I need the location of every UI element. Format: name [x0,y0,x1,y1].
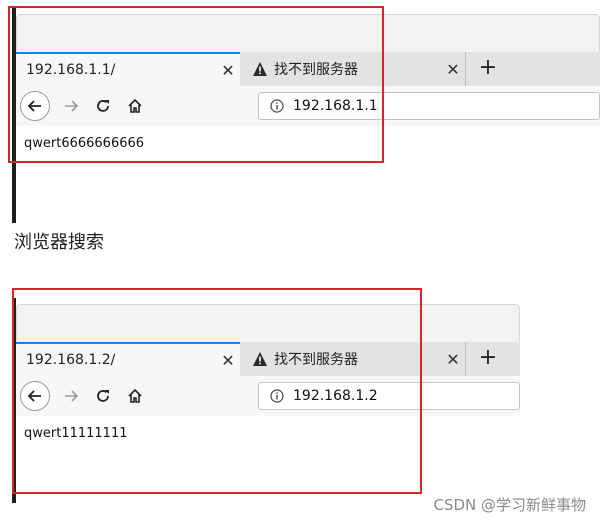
new-tab-button[interactable]: + [474,52,502,86]
highlight-box-1 [8,6,384,163]
close-icon[interactable]: ✕ [441,60,465,79]
close-icon[interactable]: ✕ [441,350,465,369]
watermark: CSDN @学习新鲜事物 [433,496,586,514]
new-tab-button[interactable]: + [474,342,502,376]
highlight-box-2 [12,288,422,494]
caption: 浏览器搜索 [14,232,104,253]
